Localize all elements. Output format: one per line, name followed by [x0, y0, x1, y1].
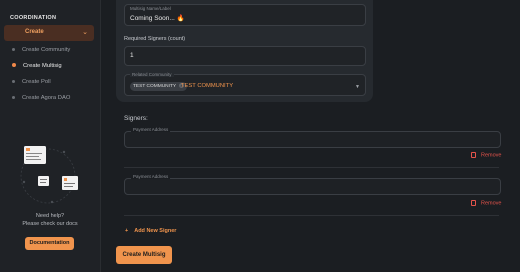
documentation-button[interactable]: Documentation: [25, 237, 74, 250]
bullet-icon: [12, 79, 15, 83]
add-new-signer-button[interactable]: + Add New Signer: [125, 228, 176, 234]
add-signer-label: Add New Signer: [134, 228, 177, 234]
community-chip[interactable]: TEST COMMUNITY ×: [130, 82, 188, 91]
sidebar-item-label: Create Community: [22, 47, 71, 53]
sidebar-item-label: Create Multisig: [23, 63, 62, 69]
required-signers-input[interactable]: 1: [124, 46, 366, 66]
caret-down-icon[interactable]: ▼: [355, 84, 360, 90]
sidebar-item-create-community[interactable]: Create Community: [12, 47, 70, 53]
sidebar-create-label: Create: [25, 29, 44, 35]
sidebar-item-create-agora-dao[interactable]: Create Agora DAO: [12, 95, 70, 101]
multisig-form-card: Multisig Name/Label Coming Soon... 🔥 Req…: [116, 0, 373, 102]
related-community-label: Related Community: [130, 72, 174, 77]
create-multisig-button[interactable]: Create Multisig: [116, 246, 172, 264]
sidebar-item-create-poll[interactable]: Create Poll: [12, 79, 51, 85]
help-subtext: Please check our docs: [22, 221, 78, 227]
bullet-icon: [12, 95, 15, 99]
remove-signer-button-1[interactable]: Remove: [471, 152, 501, 158]
remove-label: Remove: [481, 200, 502, 207]
multisig-name-label: Multisig Name/Label: [130, 6, 171, 11]
multisig-name-field[interactable]: Multisig Name/Label Coming Soon... 🔥: [124, 4, 366, 26]
sidebar-item-label: Create Poll: [22, 79, 51, 85]
sidebar-create-toggle[interactable]: Create ⌄: [4, 25, 94, 41]
remove-label: Remove: [481, 152, 502, 159]
required-signers-label: Required Signers (count): [124, 36, 186, 42]
payment-address-label: Payment Address: [131, 174, 171, 179]
sidebar: COORDINATION Create ⌄ Create Community C…: [0, 0, 101, 272]
chevron-down-icon: ⌄: [82, 29, 88, 36]
divider: [124, 215, 499, 216]
plus-icon: +: [125, 228, 129, 234]
related-community-select[interactable]: Related Community TEST COMMUNITY × TEST C…: [124, 72, 366, 96]
trash-icon: [471, 152, 476, 158]
divider: [124, 167, 499, 168]
multisig-name-value: Coming Soon... 🔥: [130, 15, 185, 22]
sidebar-item-create-multisig[interactable]: Create Multisig: [12, 63, 62, 69]
signer-address-input-1[interactable]: Payment Address: [124, 127, 501, 148]
sidebar-item-label: Create Agora DAO: [22, 95, 71, 101]
bullet-icon: [12, 47, 15, 51]
community-chip-label: TEST COMMUNITY: [133, 84, 177, 89]
signer-address-input-2[interactable]: Payment Address: [124, 174, 501, 195]
active-bullet-icon: [12, 63, 16, 68]
community-selected-value: TEST COMMUNITY: [181, 83, 234, 89]
help-illustration: [20, 146, 78, 204]
trash-icon: [471, 200, 476, 206]
signers-title: Signers:: [124, 115, 148, 122]
required-signers-value: 1: [130, 52, 134, 59]
sidebar-section-title: COORDINATION: [10, 15, 57, 21]
help-heading: Need help?: [35, 213, 65, 219]
remove-signer-button-2[interactable]: Remove: [471, 200, 501, 206]
payment-address-label: Payment Address: [131, 127, 171, 132]
